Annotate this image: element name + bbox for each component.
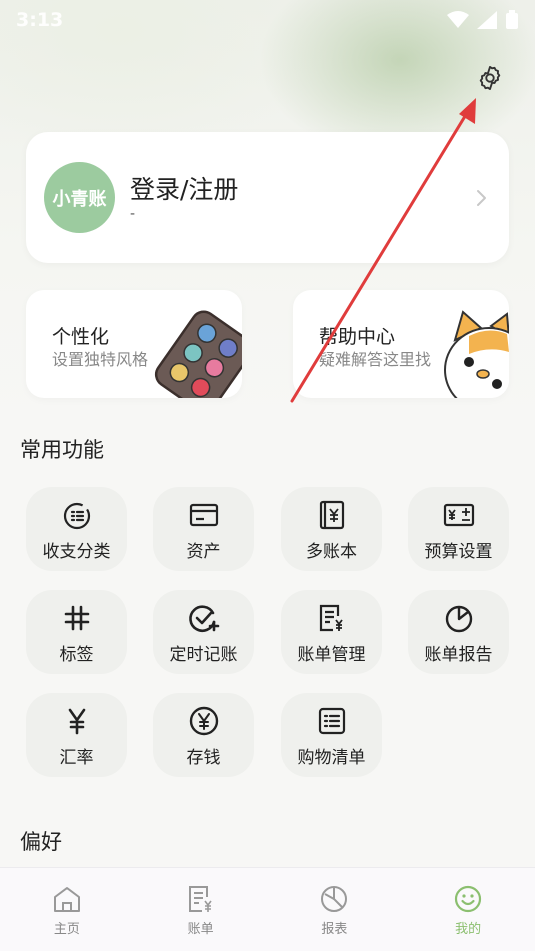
login-card[interactable]: 小青账 登录/注册 -	[26, 132, 509, 263]
cat-mascot-icon	[444, 310, 509, 398]
bill-management-label: 账单管理	[297, 644, 366, 665]
preferences-heading: 偏好	[20, 830, 62, 854]
gear-icon	[479, 65, 501, 91]
category-button[interactable]: 收支分类	[26, 487, 127, 571]
common-functions-heading: 常用功能	[20, 438, 104, 462]
ledger-book-icon	[319, 500, 344, 529]
coin-icon	[189, 706, 218, 735]
shopping-list-button[interactable]: 购物清单	[281, 693, 382, 777]
personalize-card[interactable]: 个性化 设置独特风格	[26, 290, 242, 398]
tab-bills[interactable]: 账单	[134, 868, 268, 951]
tab-reports-label: 报表	[321, 922, 348, 937]
tab-bills-label: 账单	[187, 922, 214, 937]
multi-ledger-label: 多账本	[306, 541, 357, 562]
tab-home-label: 主页	[53, 922, 80, 937]
tab-mine-label: 我的	[455, 922, 482, 937]
status-icons	[447, 10, 519, 30]
login-subtitle: -	[130, 205, 136, 222]
bill-manage-icon	[319, 604, 343, 631]
exchange-rate-button[interactable]: 汇率	[26, 693, 127, 777]
palette-icon	[154, 310, 242, 398]
check-plus-icon	[188, 605, 219, 632]
login-title: 登录/注册	[130, 174, 239, 204]
settings-button[interactable]	[474, 62, 506, 94]
bill-management-button[interactable]: 账单管理	[281, 590, 382, 674]
scheduled-bookkeeping-label: 定时记账	[169, 644, 238, 665]
tab-reports[interactable]: 报表	[268, 868, 402, 951]
tab-home[interactable]: 主页	[0, 868, 134, 951]
wifi-icon	[447, 11, 469, 28]
exchange-rate-label: 汇率	[59, 747, 94, 768]
status-bar: 3:13	[0, 0, 535, 40]
assets-button[interactable]: 资产	[153, 487, 254, 571]
signal-icon	[477, 11, 497, 29]
bill-report-button[interactable]: 账单报告	[408, 590, 509, 674]
shopping-list-label: 购物清单	[297, 747, 366, 768]
bill-report-label: 账单报告	[424, 644, 493, 665]
tab-mine[interactable]: 我的	[401, 868, 535, 951]
smile-icon	[455, 885, 482, 913]
bottom-tab-bar: 主页 账单 报表 我的	[0, 867, 535, 951]
assets-label: 资产	[186, 541, 221, 562]
status-time: 3:13	[16, 9, 64, 31]
card-icon	[189, 503, 218, 526]
list-icon	[318, 707, 345, 734]
avatar-text: 小青账	[52, 188, 107, 210]
scheduled-bookkeeping-button[interactable]: 定时记账	[153, 590, 254, 674]
home-icon	[53, 887, 80, 912]
help-center-card[interactable]: 帮助中心 疑难解答这里找	[293, 290, 509, 398]
battery-icon	[506, 10, 518, 29]
bill-icon	[188, 886, 212, 912]
budget-settings-label: 预算设置	[424, 541, 493, 562]
budget-icon	[443, 503, 474, 526]
tags-label: 标签	[59, 644, 94, 665]
hashtag-icon	[64, 605, 89, 630]
tags-button[interactable]: 标签	[26, 590, 127, 674]
category-icon	[63, 502, 90, 529]
yen-icon	[68, 708, 85, 734]
avatar: 小青账	[44, 162, 115, 233]
pie-report-icon	[445, 605, 472, 632]
multi-ledger-button[interactable]: 多账本	[281, 487, 382, 571]
category-label: 收支分类	[42, 541, 111, 562]
budget-settings-button[interactable]: 预算设置	[408, 487, 509, 571]
savings-button[interactable]: 存钱	[153, 693, 254, 777]
chevron-right-icon	[477, 189, 486, 206]
chart-icon	[321, 886, 348, 912]
savings-label: 存钱	[186, 747, 221, 768]
